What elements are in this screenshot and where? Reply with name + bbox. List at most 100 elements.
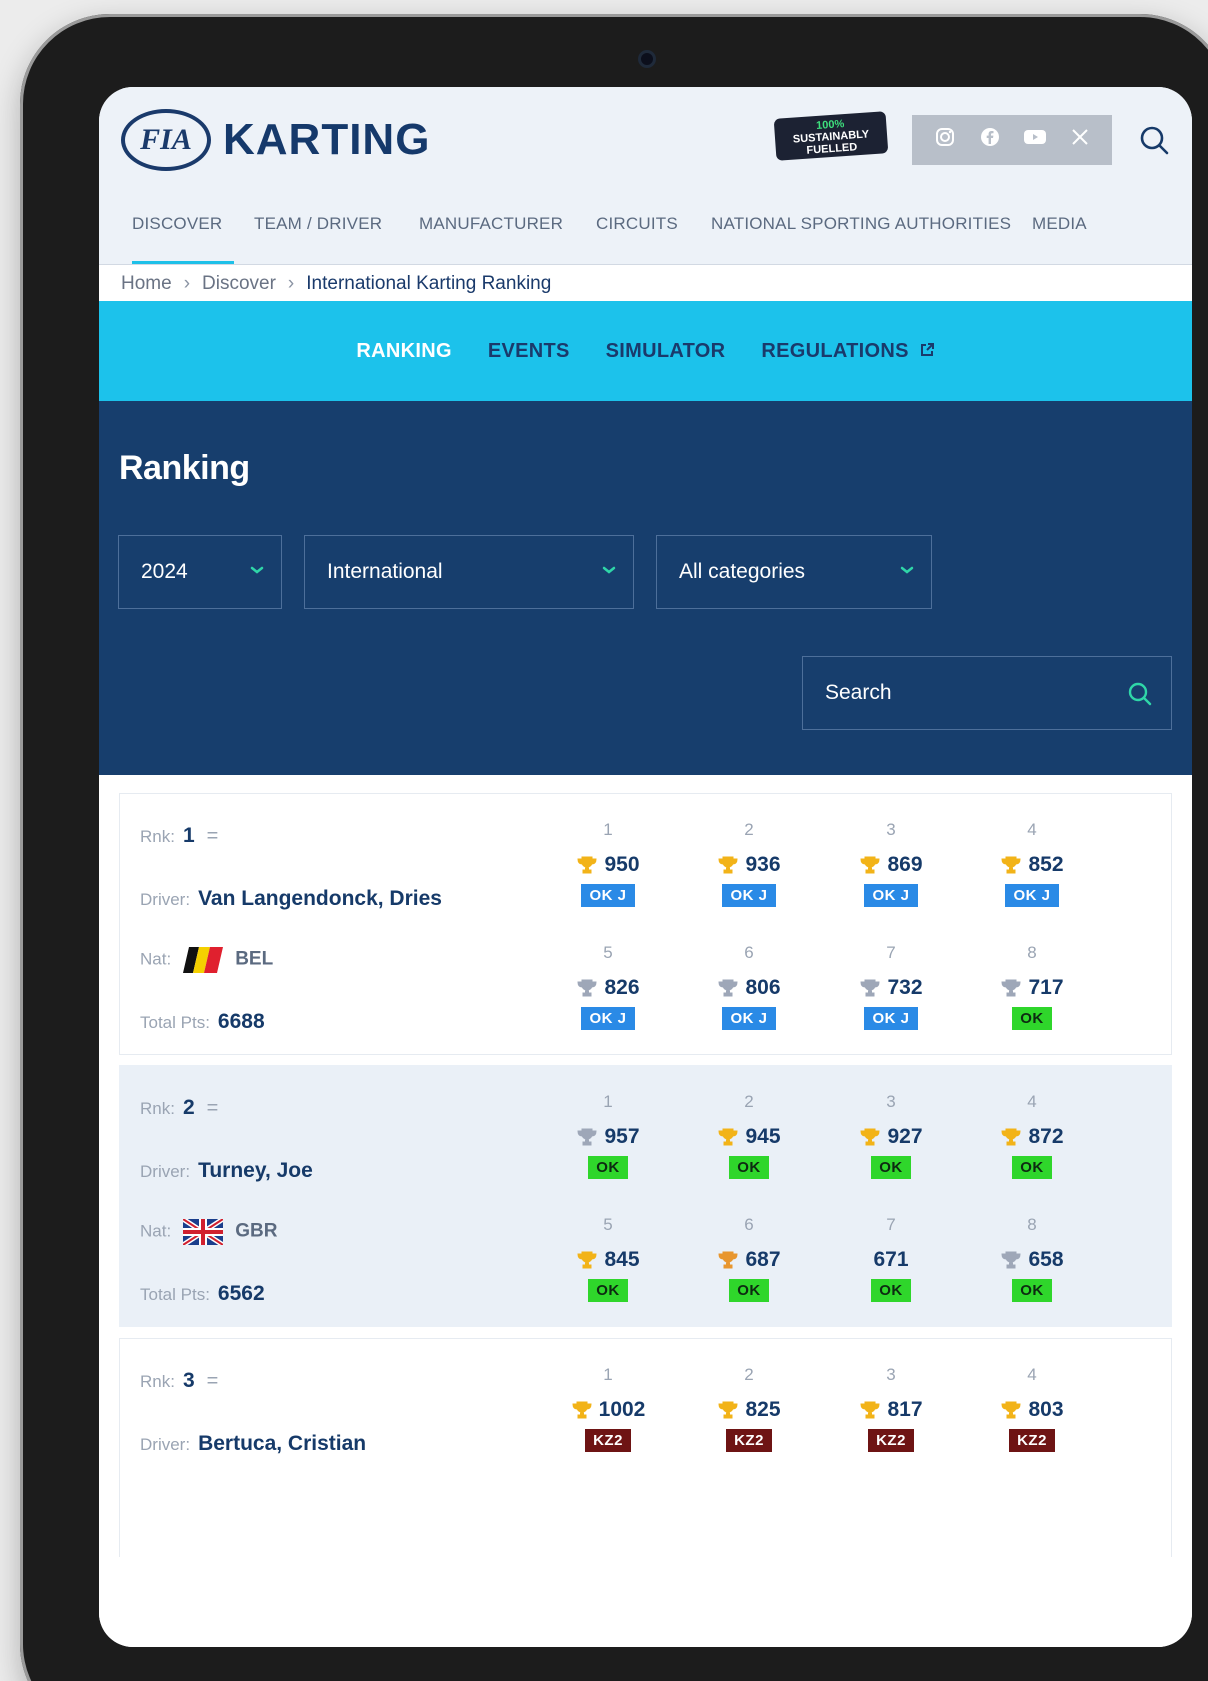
result-points-value: 950 [604,853,640,876]
category-tag-wrap: OK [841,1150,941,1179]
trophy-icon [718,1401,738,1419]
youtube-icon[interactable] [1020,128,1050,152]
result-points-value: 658 [1028,1248,1064,1271]
year-select[interactable]: 2024 [118,535,282,609]
nav-item-manufacturer[interactable]: MANUFACTURER [419,205,563,265]
ranking-card[interactable]: Rnk: 3 = Driver: Bertuca, Cristian 1 1002 KZ2 2 8… [119,1338,1172,1578]
trophy-icon [718,1251,738,1269]
result-index: 5 [603,943,613,962]
result-points: 717 [982,975,1082,1001]
result-points-value: 732 [887,976,923,999]
result-index: 2 [744,1092,754,1111]
screen: FIA KARTING 100% SUSTAINABLY FUELLED DIS… [99,87,1192,1647]
result-cell: 1 1002 KZ2 [558,1365,658,1452]
category-tag-wrap: KZ2 [982,1423,1082,1452]
ranking-card[interactable]: Rnk: 1 = Driver: Van Langendonck, Dries Nat: B… [119,793,1172,1055]
search-placeholder: Search [825,681,892,704]
driver-name[interactable]: Turney, Joe [198,1159,313,1182]
fia-badge: FIA [121,109,211,171]
result-points: 806 [699,975,799,1001]
total-label: Total Pts: [140,1013,210,1032]
driver-info: Driver: Turney, Joe [140,1159,313,1183]
driver-label: Driver: [140,1162,191,1181]
nav-item-discover[interactable]: DISCOVER [132,205,235,265]
tab-events[interactable]: EVENTS [488,340,570,363]
category-tag-wrap: OK J [841,878,941,907]
result-points: 817 [841,1397,941,1423]
category-tag: KZ2 [868,1429,914,1452]
result-cell: 8 717 OK [982,943,1082,1030]
nav-item-nsa[interactable]: NATIONAL SPORTING AUTHORITIES [711,205,1011,265]
rank-value: 1 [182,824,195,847]
tab-simulator[interactable]: SIMULATOR [606,340,726,363]
trophy-icon [860,979,880,997]
result-points: 950 [558,852,658,878]
rank-label: Rnk: [140,1099,175,1118]
x-icon[interactable] [1065,128,1095,152]
category-tag: OK J [581,884,635,907]
result-cell: 4 872 OK [982,1092,1082,1179]
total-points: 6562 [217,1282,265,1305]
rank-label: Rnk: [140,827,175,846]
category-select[interactable]: All categories [656,535,932,609]
result-points-value: 825 [745,1398,781,1421]
result-points-value: 826 [604,976,640,999]
category-tag: OK J [722,1007,776,1030]
result-cell: 1 950 OK J [558,820,658,907]
nav-item-media[interactable]: MEDIA [1032,205,1087,265]
search-icon[interactable] [1127,681,1153,707]
result-points-value: 869 [887,853,923,876]
breadcrumb-home[interactable]: Home [121,273,172,295]
category-tag-wrap: OK [982,1273,1082,1302]
nav-item-team-driver[interactable]: TEAM / DRIVER [254,205,382,265]
tab-ranking[interactable]: RANKING [356,340,451,363]
result-cell: 2 945 OK [699,1092,799,1179]
category-tag: KZ2 [726,1429,772,1452]
external-link-icon [920,342,934,356]
ranking-card[interactable]: Rnk: 2 = Driver: Turney, Joe Nat: GBR Total Pts… [119,1065,1172,1327]
result-points-value: 945 [745,1125,781,1148]
result-points: 825 [699,1397,799,1423]
driver-info: Driver: Van Langendonck, Dries [140,887,442,911]
tab-regulations[interactable]: REGULATIONS [761,340,934,363]
trophy-icon [1001,1128,1021,1146]
category-tag: OK [729,1279,769,1302]
driver-name[interactable]: Bertuca, Cristian [198,1432,366,1455]
category-tag-wrap: OK [699,1273,799,1302]
total-points: 6688 [217,1010,265,1033]
search-icon[interactable] [1137,123,1171,157]
year-select-value: 2024 [141,560,188,583]
result-points: 658 [982,1247,1082,1273]
search-input[interactable]: Search [802,656,1172,730]
driver-name[interactable]: Van Langendonck, Dries [198,887,442,910]
result-points-value: 927 [887,1125,923,1148]
result-index: 6 [744,943,754,962]
result-points: 927 [841,1124,941,1150]
total-points-info: Total Pts: 6688 [140,1010,265,1034]
result-index: 8 [1027,1215,1037,1234]
ranking-type-select[interactable]: International [304,535,634,609]
facebook-icon[interactable] [975,127,1005,153]
category-tag-wrap: OK J [699,1001,799,1030]
nat-code: BEL [235,948,274,970]
rank-trend-icon: = [206,1370,219,1392]
breadcrumb-current: International Karting Ranking [306,273,552,294]
rank-info: Rnk: 1 = [140,824,218,848]
fia-karting-logo[interactable]: FIA KARTING [121,109,430,171]
category-tag-wrap: OK J [841,1001,941,1030]
result-points: 936 [699,852,799,878]
trophy-icon [577,979,597,997]
instagram-icon[interactable] [930,127,960,153]
nav-item-circuits[interactable]: CIRCUITS [596,205,678,265]
breadcrumb-discover[interactable]: Discover [202,273,276,295]
result-points: 869 [841,852,941,878]
result-index: 5 [603,1215,613,1234]
result-cell: 4 803 KZ2 [982,1365,1082,1452]
trophy-icon [1001,1251,1021,1269]
result-index: 6 [744,1215,754,1234]
result-cell: 6 806 OK J [699,943,799,1030]
result-cell: 4 852 OK J [982,820,1082,907]
camera-icon [638,50,656,68]
category-tag-wrap: OK J [982,878,1082,907]
rank-info: Rnk: 2 = [140,1096,218,1120]
